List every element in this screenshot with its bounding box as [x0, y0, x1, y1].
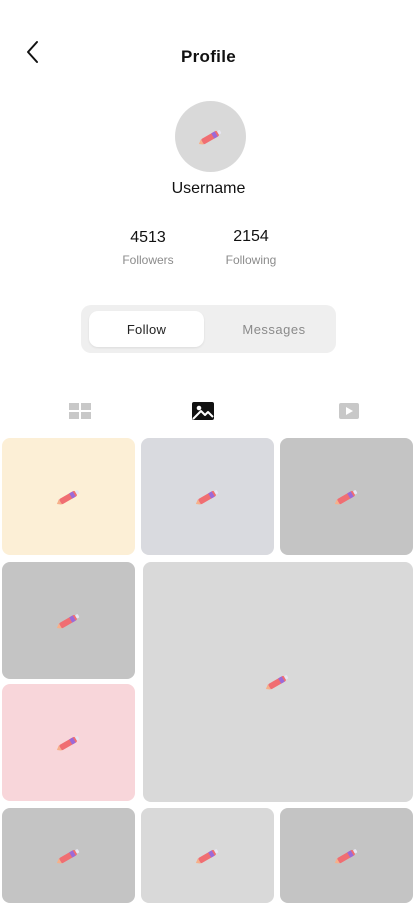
- tab-grid[interactable]: [67, 400, 93, 422]
- gallery-tile[interactable]: [2, 438, 135, 555]
- tab-videos[interactable]: [336, 400, 362, 422]
- grid-icon: [69, 403, 91, 419]
- messages-button[interactable]: Messages: [212, 311, 336, 347]
- gallery-tile[interactable]: [2, 808, 135, 903]
- follow-button[interactable]: Follow: [89, 311, 204, 347]
- followers-count: 4513: [130, 229, 166, 246]
- following-count: 2154: [233, 228, 269, 245]
- video-play-icon: [339, 403, 359, 419]
- pencil-edit-icon: [195, 848, 218, 864]
- tab-photos[interactable]: [190, 400, 216, 422]
- following-label: Following: [225, 253, 277, 267]
- pencil-edit-icon: [56, 613, 79, 629]
- pencil-edit-icon: [265, 675, 289, 690]
- gallery-tile[interactable]: [143, 562, 413, 802]
- followers-label: Followers: [122, 253, 174, 267]
- pencil-edit-icon: [56, 489, 79, 505]
- pencil-edit-icon: [56, 848, 79, 864]
- gallery-tile[interactable]: [2, 562, 135, 679]
- pencil-edit-icon: [198, 129, 221, 145]
- gallery-tile[interactable]: [2, 684, 135, 801]
- pencil-edit-icon: [195, 489, 218, 505]
- gallery-tile[interactable]: [141, 438, 274, 555]
- gallery-tile[interactable]: [141, 808, 274, 903]
- pencil-edit-icon: [334, 848, 357, 864]
- avatar[interactable]: [175, 101, 246, 172]
- username: Username: [171, 180, 246, 197]
- pencil-edit-icon: [334, 489, 357, 505]
- photo-icon: [192, 402, 214, 420]
- pencil-edit-icon: [56, 735, 79, 751]
- gallery-tile[interactable]: [280, 438, 413, 555]
- gallery-tile[interactable]: [280, 808, 413, 903]
- page-title: Profile: [180, 47, 236, 66]
